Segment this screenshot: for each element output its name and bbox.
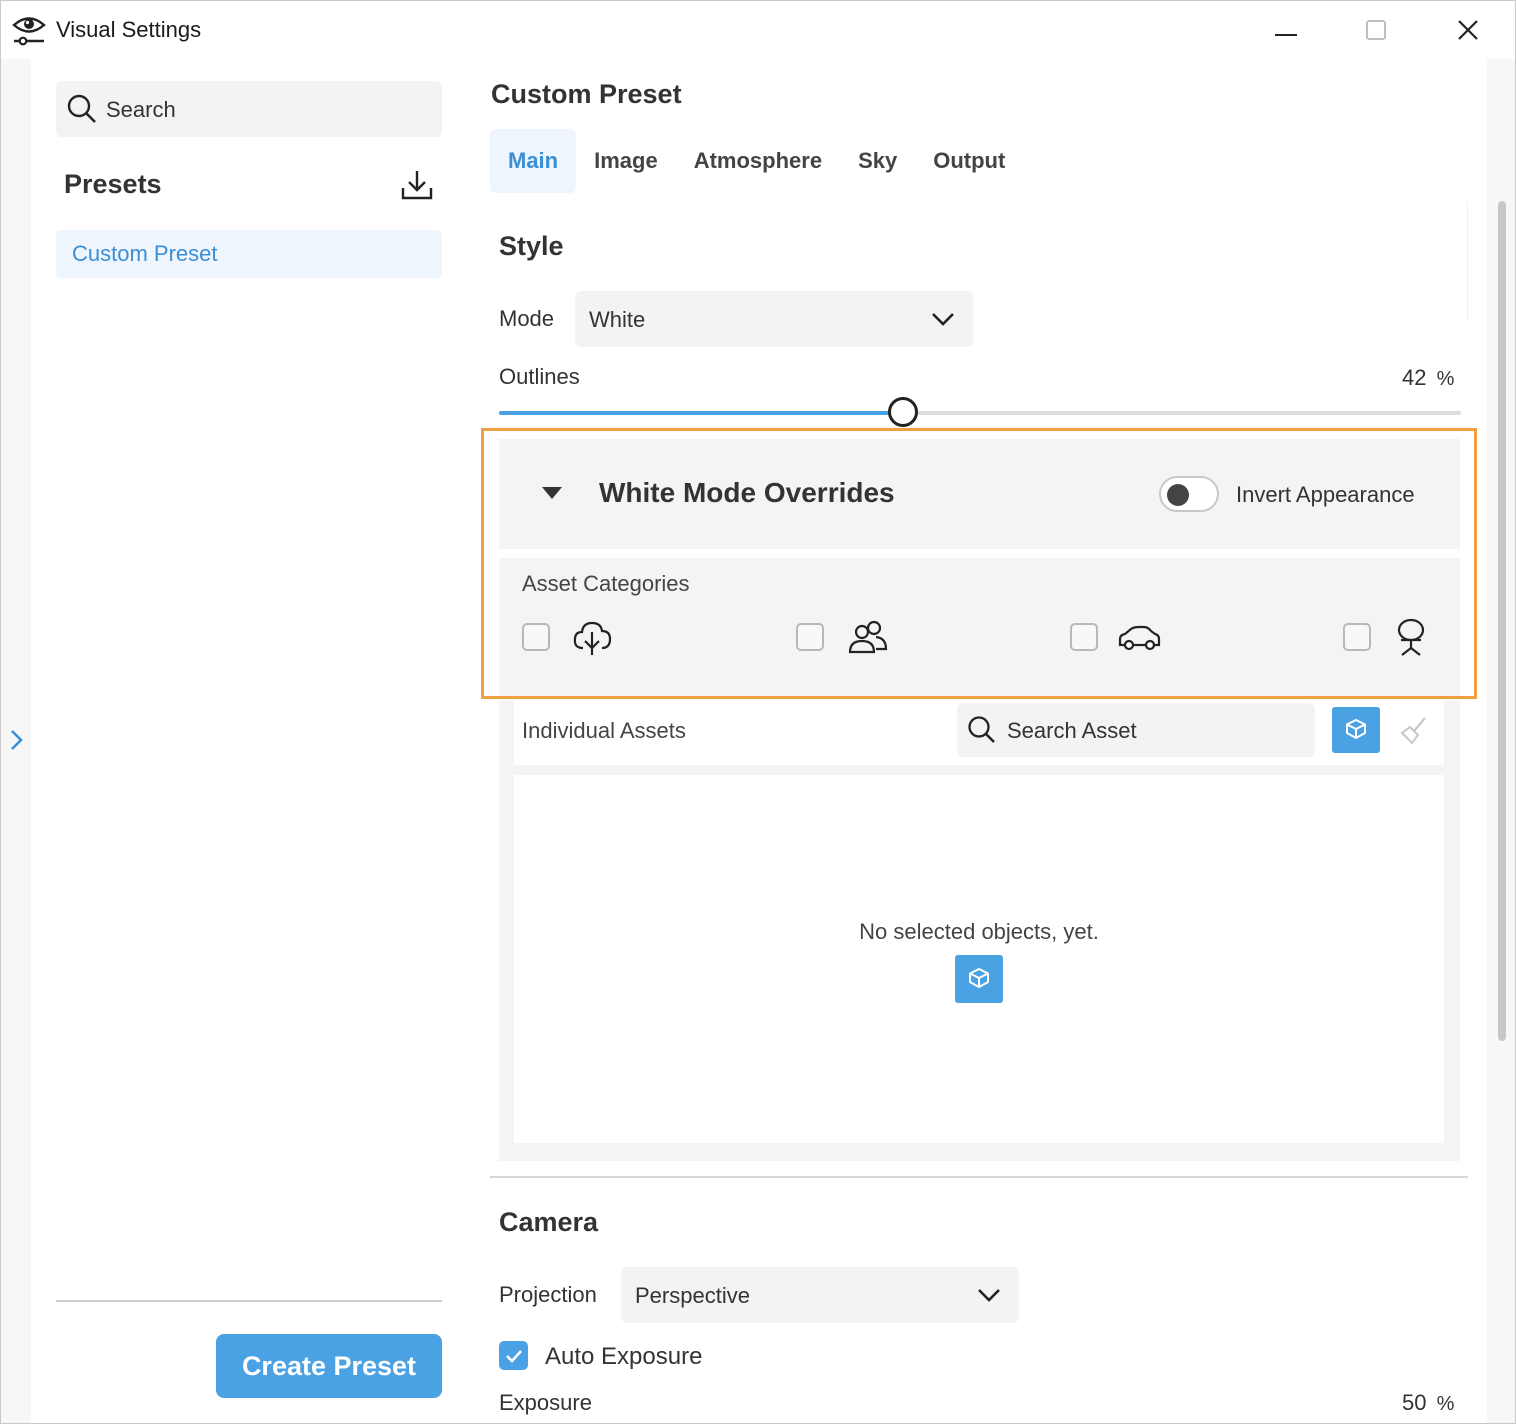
window-title: Visual Settings	[56, 17, 202, 42]
empty-state-pick-button[interactable]	[955, 955, 1003, 1003]
vertical-scrollbar[interactable]	[1498, 201, 1506, 1041]
sidebar-divider	[56, 1300, 442, 1302]
highlight-frame	[481, 428, 1477, 699]
search-placeholder: Search	[106, 97, 176, 122]
clear-brush-icon[interactable]	[1394, 713, 1430, 747]
mode-label: Mode	[499, 306, 555, 331]
outlines-slider-handle[interactable]	[888, 397, 919, 427]
tab-main[interactable]: Main	[490, 129, 577, 193]
projection-label: Projection	[499, 1282, 597, 1307]
individual-assets-header: Individual Assets Search Asset	[514, 701, 1444, 765]
mode-value: White	[589, 307, 646, 332]
search-icon	[67, 94, 96, 123]
section-divider	[490, 1176, 1468, 1178]
preset-item-label: Custom Preset	[72, 241, 218, 266]
checkmark-icon	[505, 1349, 522, 1363]
projection-select[interactable]: Perspective	[621, 1267, 1019, 1323]
close-icon	[1458, 20, 1478, 40]
exposure-unit: %	[1436, 1393, 1455, 1415]
cube-select-icon	[969, 967, 989, 989]
exposure-value: 50 %	[1402, 1390, 1455, 1415]
maximize-icon	[1366, 20, 1386, 40]
eye-settings-icon	[12, 17, 46, 46]
tab-bar: Main Image Atmosphere Sky Output	[490, 129, 1023, 193]
auto-exposure-checkbox[interactable]	[499, 1341, 528, 1370]
chevron-down-icon	[932, 313, 954, 326]
import-download-icon[interactable]	[399, 167, 435, 203]
selected-objects-list: No selected objects, yet.	[514, 775, 1444, 1143]
tab-output[interactable]: Output	[915, 129, 1023, 193]
search-icon	[968, 716, 995, 743]
asset-search-placeholder: Search Asset	[1007, 718, 1137, 743]
tab-sky[interactable]: Sky	[840, 129, 915, 193]
maximize-button[interactable]	[1353, 11, 1399, 49]
expand-sidebar-chevron-icon[interactable]	[5, 727, 27, 753]
auto-exposure-label: Auto Exposure	[545, 1343, 703, 1370]
outlines-value: 42 %	[1402, 365, 1455, 390]
cube-select-icon	[1346, 718, 1366, 740]
content-rule	[1467, 201, 1468, 321]
individual-assets-panel: Individual Assets Search Asset No select…	[499, 701, 1460, 1161]
page-title: Custom Preset	[491, 79, 682, 109]
presets-heading: Presets	[64, 169, 162, 199]
visual-settings-window: Visual Settings Search Presets Custom Pr…	[0, 0, 1516, 1424]
preset-item-custom[interactable]: Custom Preset	[56, 230, 442, 278]
sidebar: Search Presets Custom Preset Create Pres…	[31, 59, 471, 1423]
outlines-slider[interactable]	[499, 397, 1461, 427]
projection-value: Perspective	[635, 1283, 750, 1308]
minimize-button[interactable]	[1263, 11, 1309, 49]
chevron-down-icon	[978, 1289, 1000, 1302]
outlines-label: Outlines	[499, 364, 580, 389]
outlines-unit: %	[1436, 368, 1455, 390]
tab-atmosphere[interactable]: Atmosphere	[676, 129, 840, 193]
individual-assets-label: Individual Assets	[522, 718, 686, 743]
close-button[interactable]	[1445, 11, 1491, 49]
empty-state-text: No selected objects, yet.	[859, 919, 1099, 944]
style-heading: Style	[499, 231, 564, 261]
create-preset-button[interactable]: Create Preset	[216, 1334, 442, 1398]
outlines-slider-fill	[499, 411, 904, 415]
pick-object-button[interactable]	[1332, 707, 1380, 753]
mode-select[interactable]: White	[575, 291, 973, 347]
tab-image[interactable]: Image	[576, 129, 676, 193]
exposure-label: Exposure	[499, 1390, 592, 1415]
sidebar-search-input[interactable]: Search	[56, 81, 442, 137]
camera-heading: Camera	[499, 1207, 599, 1237]
minimize-icon	[1275, 34, 1297, 36]
asset-search-input[interactable]: Search Asset	[957, 703, 1315, 757]
title-bar: Visual Settings	[1, 1, 1515, 59]
